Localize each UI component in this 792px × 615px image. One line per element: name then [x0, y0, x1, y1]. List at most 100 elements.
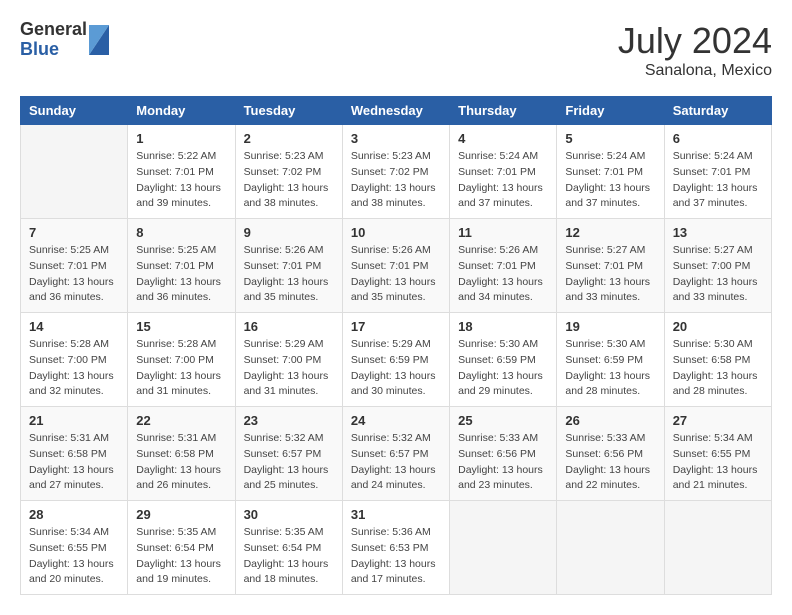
calendar-cell: 3 Sunrise: 5:23 AM Sunset: 7:02 PM Daylig… — [342, 125, 449, 219]
calendar-cell — [450, 501, 557, 595]
day-number: 26 — [565, 413, 655, 428]
calendar-cell: 27Sunrise: 5:34 AM Sunset: 6:55 PM Dayli… — [664, 407, 771, 501]
calendar-cell: 12 Sunrise: 5:27 AM Sunset: 7:01 PM Dayli… — [557, 219, 664, 313]
day-number: 1 — [136, 131, 226, 146]
day-number: 23 — [244, 413, 334, 428]
calendar-table: SundayMondayTuesdayWednesdayThursdayFrid… — [20, 96, 772, 595]
day-number: 22 — [136, 413, 226, 428]
location: Sanalona, Mexico — [618, 62, 772, 80]
day-number: 3 — [351, 131, 441, 146]
day-number: 16 — [244, 319, 334, 334]
calendar-week-2: 7 Sunrise: 5:25 AM Sunset: 7:01 PM Daylig… — [21, 219, 772, 313]
day-info: Sunrise: 5:25 AM Sunset: 7:01 PM Dayligh… — [136, 243, 226, 306]
day-info: Sunrise: 5:36 AM Sunset: 6:53 PM Dayligh… — [351, 525, 441, 588]
calendar-cell: 16 Sunrise: 5:29 AM Sunset: 7:00 PM Dayli… — [235, 313, 342, 407]
day-info: Sunrise: 5:30 AM Sunset: 6:59 PM Dayligh… — [458, 337, 548, 400]
day-info: Sunrise: 5:27 AM Sunset: 7:00 PM Dayligh… — [673, 243, 763, 306]
calendar-header-tuesday: Tuesday — [235, 97, 342, 125]
calendar-cell: 2 Sunrise: 5:23 AM Sunset: 7:02 PM Daylig… — [235, 125, 342, 219]
day-info: Sunrise: 5:28 AM Sunset: 7:00 PM Dayligh… — [29, 337, 119, 400]
calendar-cell: 6 Sunrise: 5:24 AM Sunset: 7:01 PM Daylig… — [664, 125, 771, 219]
day-number: 20 — [673, 319, 763, 334]
calendar-cell: 28Sunrise: 5:34 AM Sunset: 6:55 PM Dayli… — [21, 501, 128, 595]
calendar-week-4: 21Sunrise: 5:31 AM Sunset: 6:58 PM Dayli… — [21, 407, 772, 501]
calendar-cell: 15 Sunrise: 5:28 AM Sunset: 7:00 PM Dayli… — [128, 313, 235, 407]
page-header: General Blue July 2024 Sanalona, Mexico — [20, 20, 772, 80]
title-section: July 2024 Sanalona, Mexico — [618, 20, 772, 80]
day-number: 28 — [29, 507, 119, 522]
day-number: 14 — [29, 319, 119, 334]
day-info: Sunrise: 5:35 AM Sunset: 6:54 PM Dayligh… — [136, 525, 226, 588]
calendar-cell: 5Sunrise: 5:24 AM Sunset: 7:01 PM Daylig… — [557, 125, 664, 219]
day-info: Sunrise: 5:32 AM Sunset: 6:57 PM Dayligh… — [351, 431, 441, 494]
day-number: 19 — [565, 319, 655, 334]
day-info: Sunrise: 5:35 AM Sunset: 6:54 PM Dayligh… — [244, 525, 334, 588]
day-info: Sunrise: 5:28 AM Sunset: 7:00 PM Dayligh… — [136, 337, 226, 400]
calendar-cell: 26 Sunrise: 5:33 AM Sunset: 6:56 PM Dayli… — [557, 407, 664, 501]
day-info: Sunrise: 5:23 AM Sunset: 7:02 PM Dayligh… — [351, 149, 441, 212]
day-number: 29 — [136, 507, 226, 522]
calendar-cell: 21Sunrise: 5:31 AM Sunset: 6:58 PM Dayli… — [21, 407, 128, 501]
calendar-cell: 23Sunrise: 5:32 AM Sunset: 6:57 PM Dayli… — [235, 407, 342, 501]
day-number: 15 — [136, 319, 226, 334]
calendar-cell: 1 Sunrise: 5:22 AM Sunset: 7:01 PM Daylig… — [128, 125, 235, 219]
day-info: Sunrise: 5:23 AM Sunset: 7:02 PM Dayligh… — [244, 149, 334, 212]
day-info: Sunrise: 5:30 AM Sunset: 6:58 PM Dayligh… — [673, 337, 763, 400]
calendar-cell: 4Sunrise: 5:24 AM Sunset: 7:01 PM Daylig… — [450, 125, 557, 219]
calendar-header-row: SundayMondayTuesdayWednesdayThursdayFrid… — [21, 97, 772, 125]
calendar-header-saturday: Saturday — [664, 97, 771, 125]
calendar-cell: 11Sunrise: 5:26 AM Sunset: 7:01 PM Dayli… — [450, 219, 557, 313]
calendar-header-wednesday: Wednesday — [342, 97, 449, 125]
day-number: 2 — [244, 131, 334, 146]
logo-general-text: General — [20, 20, 87, 40]
calendar-cell: 30 Sunrise: 5:35 AM Sunset: 6:54 PM Dayli… — [235, 501, 342, 595]
day-number: 31 — [351, 507, 441, 522]
day-info: Sunrise: 5:26 AM Sunset: 7:01 PM Dayligh… — [244, 243, 334, 306]
day-info: Sunrise: 5:27 AM Sunset: 7:01 PM Dayligh… — [565, 243, 655, 306]
day-number: 12 — [565, 225, 655, 240]
calendar-header-friday: Friday — [557, 97, 664, 125]
day-info: Sunrise: 5:31 AM Sunset: 6:58 PM Dayligh… — [136, 431, 226, 494]
day-info: Sunrise: 5:22 AM Sunset: 7:01 PM Dayligh… — [136, 149, 226, 212]
day-info: Sunrise: 5:31 AM Sunset: 6:58 PM Dayligh… — [29, 431, 119, 494]
day-number: 10 — [351, 225, 441, 240]
calendar-week-5: 28Sunrise: 5:34 AM Sunset: 6:55 PM Dayli… — [21, 501, 772, 595]
day-info: Sunrise: 5:33 AM Sunset: 6:56 PM Dayligh… — [565, 431, 655, 494]
calendar-cell: 20 Sunrise: 5:30 AM Sunset: 6:58 PM Dayli… — [664, 313, 771, 407]
day-info: Sunrise: 5:25 AM Sunset: 7:01 PM Dayligh… — [29, 243, 119, 306]
calendar-header-thursday: Thursday — [450, 97, 557, 125]
day-number: 18 — [458, 319, 548, 334]
day-number: 13 — [673, 225, 763, 240]
day-info: Sunrise: 5:26 AM Sunset: 7:01 PM Dayligh… — [351, 243, 441, 306]
day-number: 25 — [458, 413, 548, 428]
calendar-cell: 10 Sunrise: 5:26 AM Sunset: 7:01 PM Dayli… — [342, 219, 449, 313]
month-title: July 2024 — [618, 20, 772, 62]
day-info: Sunrise: 5:24 AM Sunset: 7:01 PM Dayligh… — [565, 149, 655, 212]
day-info: Sunrise: 5:29 AM Sunset: 7:00 PM Dayligh… — [244, 337, 334, 400]
day-number: 30 — [244, 507, 334, 522]
calendar-cell: 17Sunrise: 5:29 AM Sunset: 6:59 PM Dayli… — [342, 313, 449, 407]
calendar-week-1: 1 Sunrise: 5:22 AM Sunset: 7:01 PM Daylig… — [21, 125, 772, 219]
logo-icon — [89, 25, 109, 55]
calendar-week-3: 14 Sunrise: 5:28 AM Sunset: 7:00 PM Dayli… — [21, 313, 772, 407]
day-info: Sunrise: 5:24 AM Sunset: 7:01 PM Dayligh… — [673, 149, 763, 212]
day-number: 24 — [351, 413, 441, 428]
calendar-cell: 14 Sunrise: 5:28 AM Sunset: 7:00 PM Dayli… — [21, 313, 128, 407]
calendar-cell: 9Sunrise: 5:26 AM Sunset: 7:01 PM Daylig… — [235, 219, 342, 313]
day-number: 11 — [458, 225, 548, 240]
calendar-cell: 18 Sunrise: 5:30 AM Sunset: 6:59 PM Dayli… — [450, 313, 557, 407]
calendar-cell: 13 Sunrise: 5:27 AM Sunset: 7:00 PM Dayli… — [664, 219, 771, 313]
day-info: Sunrise: 5:30 AM Sunset: 6:59 PM Dayligh… — [565, 337, 655, 400]
calendar-header-sunday: Sunday — [21, 97, 128, 125]
day-number: 8 — [136, 225, 226, 240]
day-number: 4 — [458, 131, 548, 146]
calendar-cell: 22 Sunrise: 5:31 AM Sunset: 6:58 PM Dayli… — [128, 407, 235, 501]
calendar-cell: 19 Sunrise: 5:30 AM Sunset: 6:59 PM Dayli… — [557, 313, 664, 407]
day-number: 17 — [351, 319, 441, 334]
calendar-cell: 7 Sunrise: 5:25 AM Sunset: 7:01 PM Daylig… — [21, 219, 128, 313]
calendar-cell: 31 Sunrise: 5:36 AM Sunset: 6:53 PM Dayli… — [342, 501, 449, 595]
calendar-cell — [21, 125, 128, 219]
day-number: 6 — [673, 131, 763, 146]
day-number: 7 — [29, 225, 119, 240]
calendar-cell — [557, 501, 664, 595]
